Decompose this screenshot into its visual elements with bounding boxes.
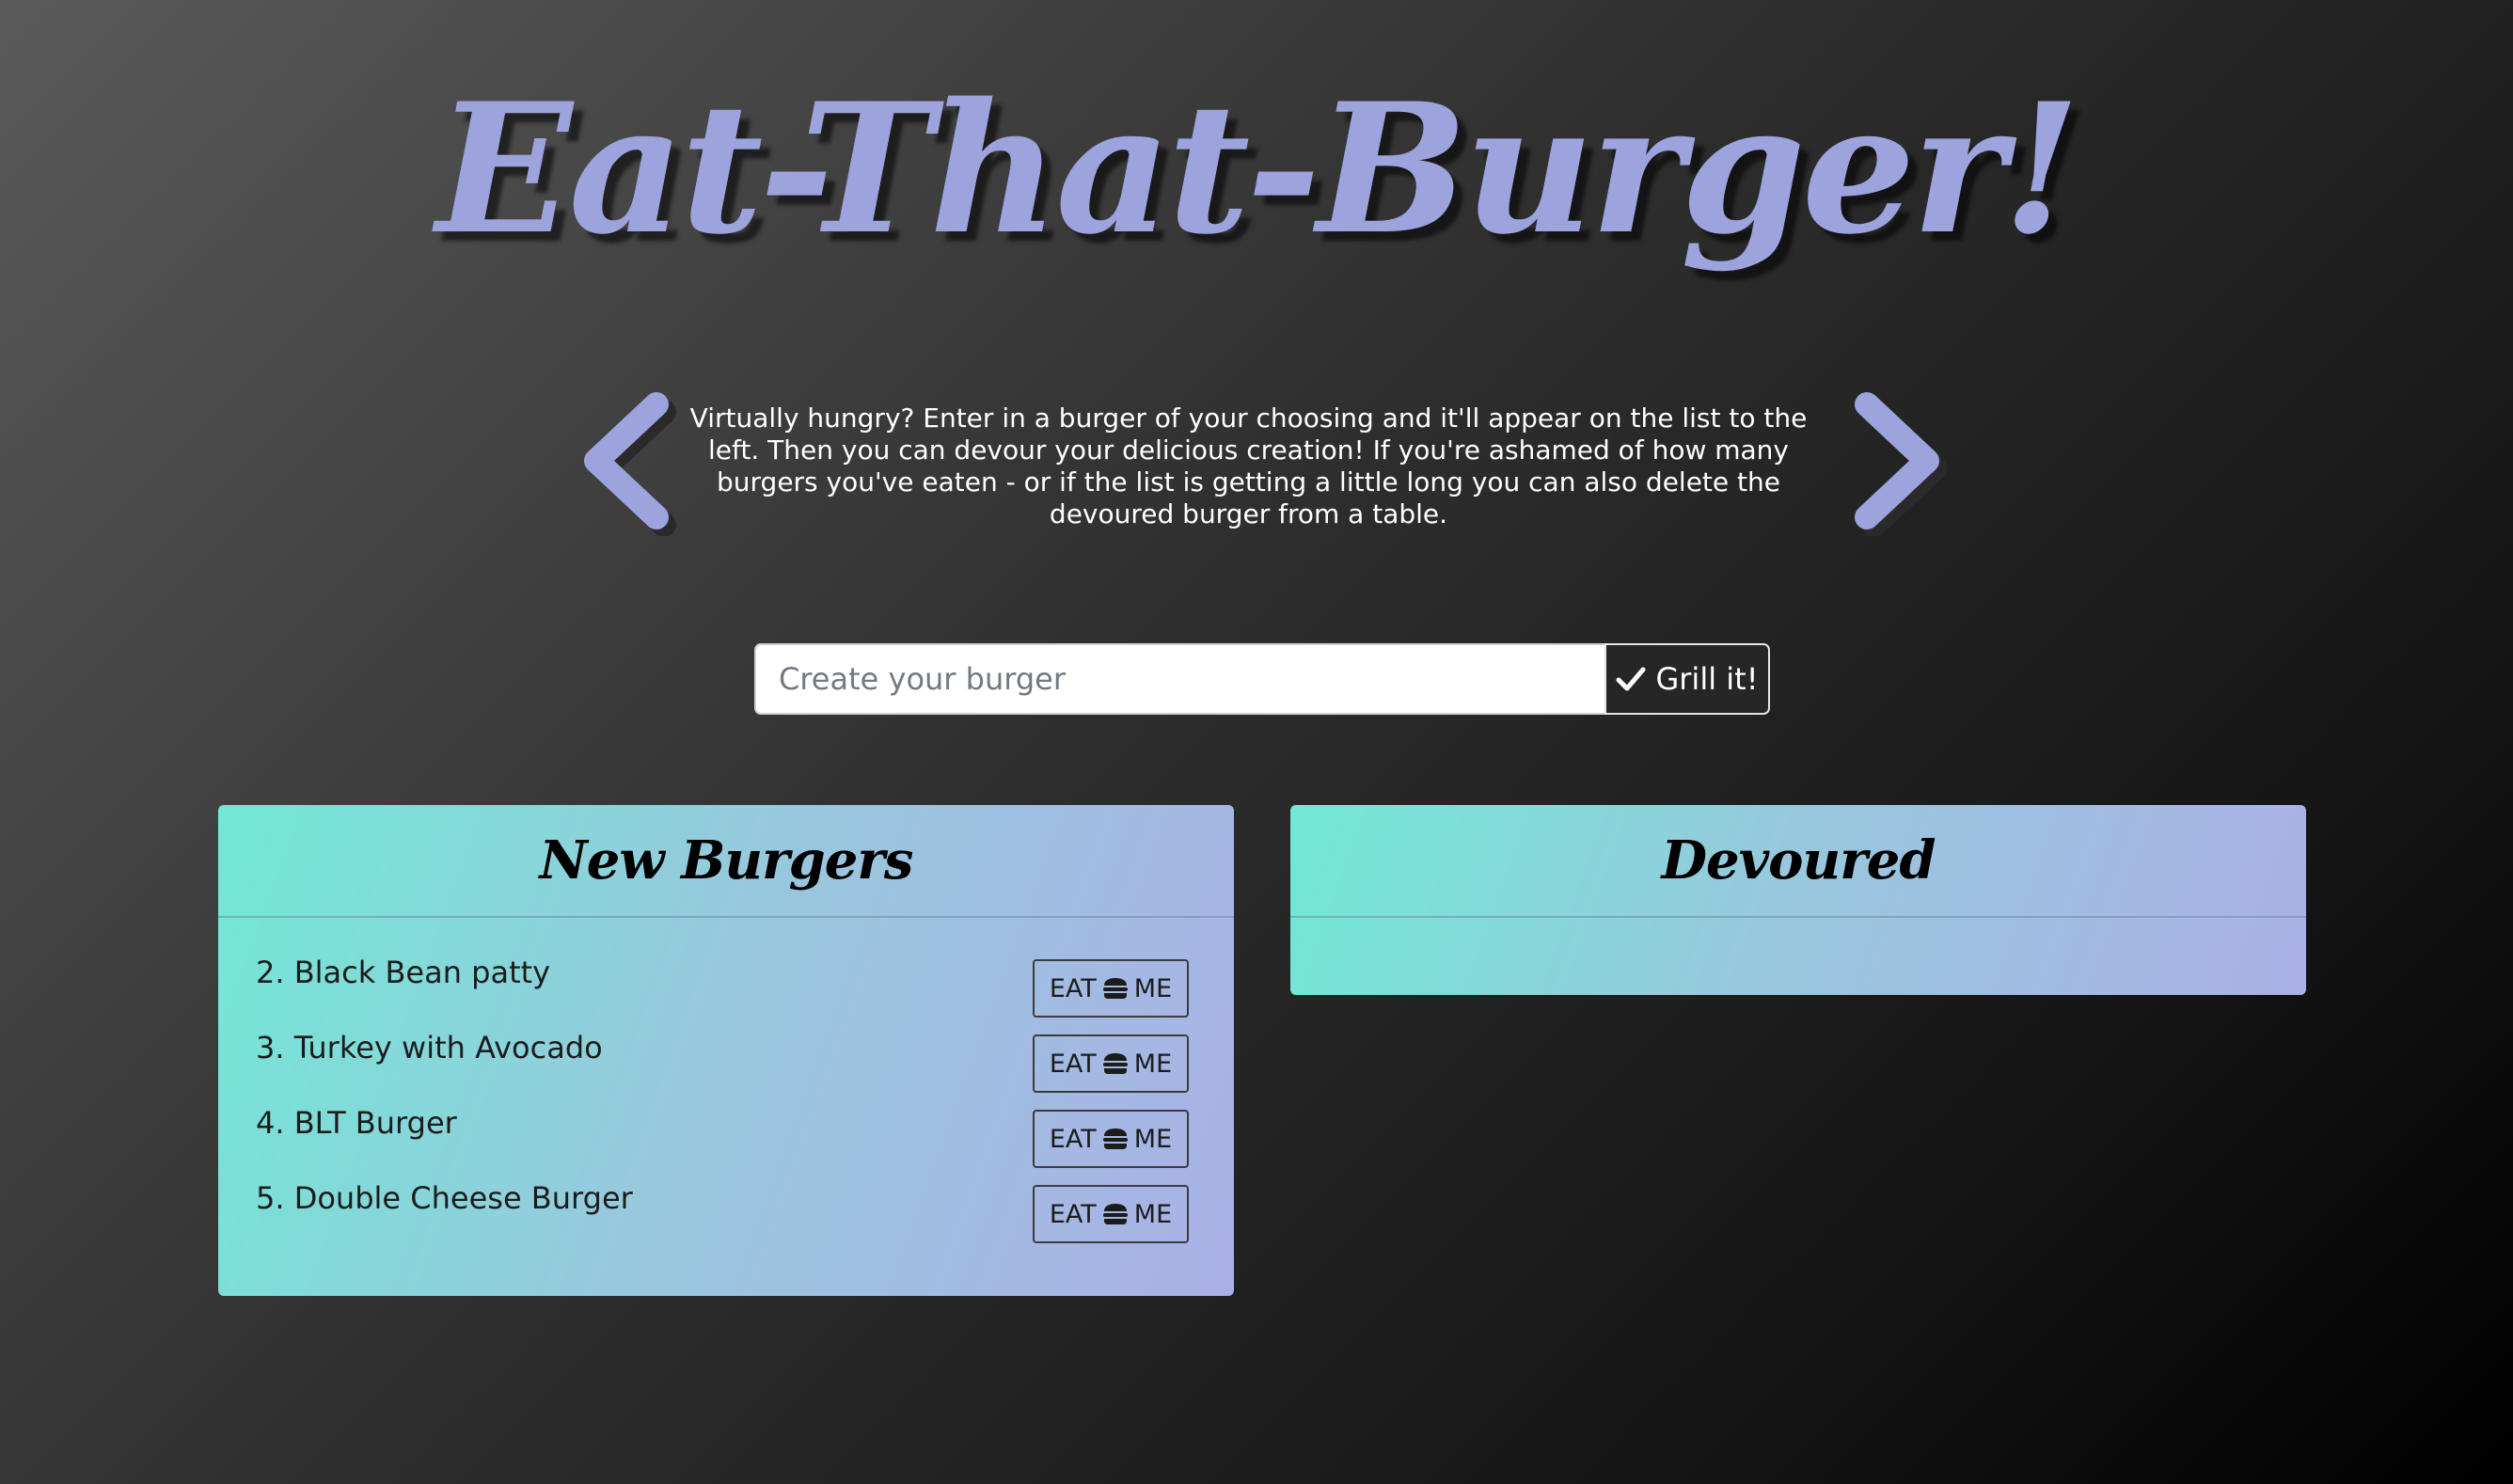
list-item: 3. Turkey with Avocado EAT ME xyxy=(256,1029,1189,1104)
eat-label: EAT xyxy=(1049,1049,1097,1079)
eat-me-button[interactable]: EAT ME xyxy=(1033,1110,1189,1168)
me-label: ME xyxy=(1133,1124,1173,1154)
new-burgers-card: New Burgers 2. Black Bean patty EAT ME 3… xyxy=(218,805,1234,1296)
list-item: 4. BLT Burger EAT ME xyxy=(256,1104,1189,1179)
burger-name-input[interactable] xyxy=(754,643,1604,715)
new-burgers-list: 2. Black Bean patty EAT ME 3. Turkey wit… xyxy=(218,918,1234,1255)
chevron-left-icon xyxy=(584,392,676,536)
eat-me-button[interactable]: EAT ME xyxy=(1033,1185,1189,1243)
me-label: ME xyxy=(1133,1049,1173,1079)
hamburger-icon xyxy=(1102,1204,1128,1224)
hamburger-icon xyxy=(1102,1053,1128,1074)
grill-it-button[interactable]: Grill it! xyxy=(1604,643,1770,715)
eat-label: EAT xyxy=(1049,1199,1097,1229)
carousel-next-button[interactable] xyxy=(1839,386,1970,536)
new-burgers-title: New Burgers xyxy=(539,829,914,892)
devoured-list xyxy=(1290,918,2306,954)
eat-me-button[interactable]: EAT ME xyxy=(1033,959,1189,1018)
list-item: 2. Black Bean patty EAT ME xyxy=(256,954,1189,1029)
me-label: ME xyxy=(1133,973,1173,1003)
check-icon xyxy=(1616,667,1646,691)
carousel-prev-button[interactable] xyxy=(564,386,696,536)
create-burger-form: Grill it! xyxy=(754,643,1770,715)
new-burgers-header: New Burgers xyxy=(218,805,1234,918)
hamburger-icon xyxy=(1102,1129,1128,1149)
me-label: ME xyxy=(1133,1199,1173,1229)
eat-label: EAT xyxy=(1049,973,1097,1003)
devoured-header: Devoured xyxy=(1290,805,2306,918)
devoured-title: Devoured xyxy=(1661,829,1936,892)
burger-name: 2. Black Bean patty xyxy=(256,955,551,990)
chevron-right-icon xyxy=(1855,392,1947,536)
list-item: 5. Double Cheese Burger EAT ME xyxy=(256,1179,1189,1255)
intro-description: Virtually hungry? Enter in a burger of y… xyxy=(689,403,1808,529)
eat-label: EAT xyxy=(1049,1124,1097,1154)
devoured-card: Devoured xyxy=(1290,805,2306,995)
page-title: Eat-That-Burger! xyxy=(435,64,2080,274)
eat-me-button[interactable]: EAT ME xyxy=(1033,1034,1189,1093)
hamburger-icon xyxy=(1102,978,1128,999)
burger-name: 4. BLT Burger xyxy=(256,1105,457,1141)
burger-name: 3. Turkey with Avocado xyxy=(256,1030,603,1066)
grill-it-label: Grill it! xyxy=(1655,661,1759,697)
burger-name: 5. Double Cheese Burger xyxy=(256,1180,633,1216)
